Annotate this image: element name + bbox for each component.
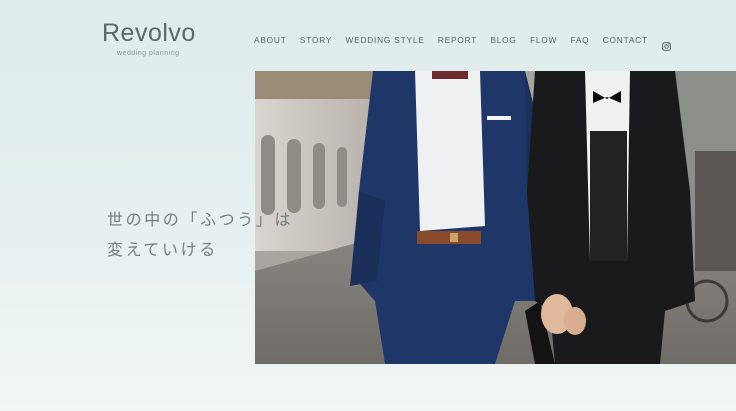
nav-story[interactable]: STORY xyxy=(300,34,332,46)
nav-faq[interactable]: FAQ xyxy=(570,34,589,46)
hero-catchcopy: 世の中の「ふつう」は 変えていける xyxy=(107,205,293,265)
instagram-icon[interactable] xyxy=(661,36,671,51)
catchcopy-line-1: 世の中の「ふつう」は xyxy=(107,210,294,229)
nav-report[interactable]: REPORT xyxy=(438,34,477,46)
logo-tagline: wedding planning xyxy=(117,50,180,57)
hero-image xyxy=(255,71,736,364)
global-nav: ABOUT STORY WEDDING STYLE REPORT BLOG FL… xyxy=(254,34,671,51)
nav-blog[interactable]: BLOG xyxy=(490,34,516,46)
logo-wordmark: Revolvo xyxy=(102,19,196,47)
nav-wedding-style[interactable]: WEDDING STYLE xyxy=(345,34,424,46)
site-header: Revolvo wedding planning ABOUT STORY WED… xyxy=(0,0,736,70)
nav-about[interactable]: ABOUT xyxy=(254,34,287,46)
catchcopy-line-2: 変えていける xyxy=(107,240,218,259)
nav-contact[interactable]: CONTACT xyxy=(603,34,648,46)
nav-flow[interactable]: FLOW xyxy=(530,34,557,46)
site-logo[interactable]: Revolvo wedding planning xyxy=(102,18,202,60)
